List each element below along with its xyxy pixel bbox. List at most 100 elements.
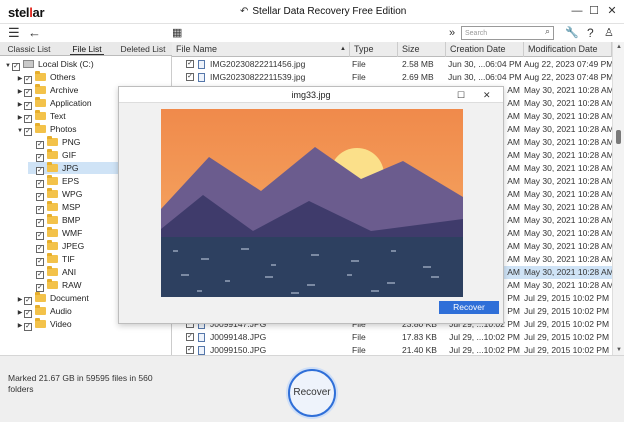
table-row[interactable]: ✓ J0099148.JPG File 17.83 KB Jul 29, ...10:0…	[172, 331, 612, 344]
tab-file-list[interactable]: File List	[70, 43, 104, 55]
folder-icon	[47, 136, 58, 146]
checkbox[interactable]: ✓	[186, 73, 194, 81]
footer: Marked 21.67 GB in 59595 files in 560 fo…	[0, 355, 624, 422]
file-type: File	[352, 332, 366, 342]
checkbox[interactable]: ✓	[36, 180, 44, 188]
modification-date: May 30, 2021 10:28 AM	[524, 215, 614, 225]
modification-date: Jul 29, 2015 10:02 PM	[524, 293, 610, 303]
search-icon[interactable]: ⌕	[545, 27, 550, 36]
tree-item-label: BMP	[62, 215, 81, 225]
checkbox[interactable]: ✓	[24, 76, 32, 84]
folder-icon	[35, 123, 46, 133]
folder-icon	[47, 175, 58, 185]
folder-icon	[47, 214, 58, 224]
minimize-button[interactable]: —	[568, 4, 586, 19]
tree-item-label: Archive	[50, 85, 79, 95]
scroll-thumb[interactable]	[616, 130, 621, 144]
folder-icon	[47, 149, 58, 159]
tree-item-label: PNG	[62, 137, 81, 147]
checkbox[interactable]: ✓	[24, 89, 32, 97]
scroll-up-icon[interactable]: ▲	[616, 44, 622, 50]
checkbox[interactable]: ✓	[24, 102, 32, 110]
checkbox[interactable]: ✓	[24, 115, 32, 123]
checkbox[interactable]: ✓	[36, 284, 44, 292]
checkbox[interactable]: ✓	[36, 245, 44, 253]
checkbox[interactable]: ✓	[24, 310, 32, 318]
checkbox[interactable]: ✓	[36, 206, 44, 214]
checkbox[interactable]: ✓	[186, 333, 194, 341]
checkbox[interactable]: ✓	[36, 232, 44, 240]
folder-icon	[35, 110, 46, 120]
checkbox[interactable]: ✓	[36, 258, 44, 266]
user-icon[interactable]: ♙	[604, 25, 614, 41]
modification-date: May 30, 2021 10:28 AM	[524, 280, 614, 290]
tree-item-label: Photos	[50, 124, 77, 134]
col-modification-date[interactable]: Modification Date	[524, 42, 612, 57]
checkbox[interactable]: ✓	[36, 141, 44, 149]
folder-icon	[47, 201, 58, 211]
preview-title-bar: img33.jpg ☐ ✕	[119, 87, 503, 103]
col-file-name[interactable]: File Name ▲	[172, 42, 350, 57]
search-input[interactable]: Search ⌕	[461, 26, 554, 40]
file-icon	[198, 60, 205, 69]
wrench-icon[interactable]: 🔧	[565, 25, 579, 41]
tree-item-label: Audio	[50, 306, 72, 316]
folder-icon	[47, 162, 58, 172]
sort-up-icon: ▲	[340, 46, 346, 52]
recover-button[interactable]: Recover	[288, 369, 336, 417]
file-name: J0099148.JPG	[210, 332, 267, 342]
undo-icon[interactable]: ↶	[240, 6, 248, 17]
checkbox[interactable]: ✓	[24, 297, 32, 305]
tree-item[interactable]: ▼ ✓ Local Disk (C:)	[4, 58, 172, 72]
checkbox[interactable]: ✓	[36, 167, 44, 175]
modification-date: May 30, 2021 10:28 AM	[524, 111, 614, 121]
vertical-scrollbar[interactable]: ▲ ▼	[612, 42, 624, 355]
tree-item-label: JPG	[62, 163, 79, 173]
maximize-button[interactable]: ☐	[585, 4, 603, 19]
tree-item[interactable]: ▶ ✓ Others	[16, 71, 172, 84]
table-row[interactable]: ✓ IMG20230822211456.jpg File 2.58 MB Jun 30,…	[172, 58, 614, 71]
col-creation-date[interactable]: Creation Date	[446, 42, 524, 57]
table-header: File Name ▲ Type Size Creation Date Modif…	[172, 42, 612, 57]
file-icon	[198, 346, 205, 355]
grid-view-icon[interactable]: ▦	[172, 25, 182, 41]
tree-item-label: TIF	[62, 254, 75, 264]
close-button[interactable]: ✕	[603, 4, 621, 19]
preview-dialog: img33.jpg ☐ ✕ Recover	[118, 86, 504, 324]
app-title: ↶ Stellar Data Recovery Free Edition	[240, 6, 407, 17]
checkbox[interactable]: ✓	[36, 219, 44, 227]
checkbox[interactable]: ✓	[36, 271, 44, 279]
checkbox[interactable]: ✓	[12, 63, 20, 71]
expand-arrow-icon[interactable]: ▼	[4, 60, 12, 72]
checkbox[interactable]: ✓	[36, 193, 44, 201]
folder-icon	[35, 318, 46, 328]
preview-recover-button[interactable]: Recover	[439, 301, 499, 314]
tab-classic-list[interactable]: Classic List	[4, 43, 54, 55]
col-type[interactable]: Type	[350, 42, 398, 57]
double-chevron-icon[interactable]: »	[449, 25, 455, 41]
checkbox[interactable]: ✓	[36, 154, 44, 162]
modification-date: May 30, 2021 10:28 AM	[524, 176, 614, 186]
menu-icon[interactable]: ☰	[8, 25, 20, 41]
expand-arrow-icon[interactable]: ▼	[16, 125, 24, 137]
expand-arrow-icon[interactable]: ▶	[16, 320, 24, 332]
checkbox[interactable]: ✓	[186, 60, 194, 68]
help-icon[interactable]: ?	[587, 25, 594, 41]
folder-icon	[35, 305, 46, 315]
tab-deleted-list[interactable]: Deleted List	[118, 43, 168, 55]
file-size: 2.69 MB	[402, 72, 434, 82]
file-type: File	[352, 72, 366, 82]
modification-date: Aug 22, 2023 07:49 PM	[524, 59, 614, 69]
col-size[interactable]: Size	[398, 42, 446, 57]
back-arrow-icon[interactable]: ←	[28, 25, 41, 41]
tree-item-label: MSP	[62, 202, 81, 212]
checkbox[interactable]: ✓	[24, 323, 32, 331]
preview-maximize-button[interactable]: ☐	[457, 88, 465, 102]
preview-close-button[interactable]: ✕	[483, 88, 491, 102]
table-row[interactable]: ✓ IMG20230822211539.jpg File 2.69 MB Jun 30,…	[172, 71, 613, 84]
modification-date: May 30, 2021 10:28 AM	[524, 124, 614, 134]
checkbox[interactable]: ✓	[186, 346, 194, 354]
folder-icon	[35, 71, 46, 81]
scroll-down-icon[interactable]: ▼	[616, 347, 622, 353]
checkbox[interactable]: ✓	[24, 128, 32, 136]
